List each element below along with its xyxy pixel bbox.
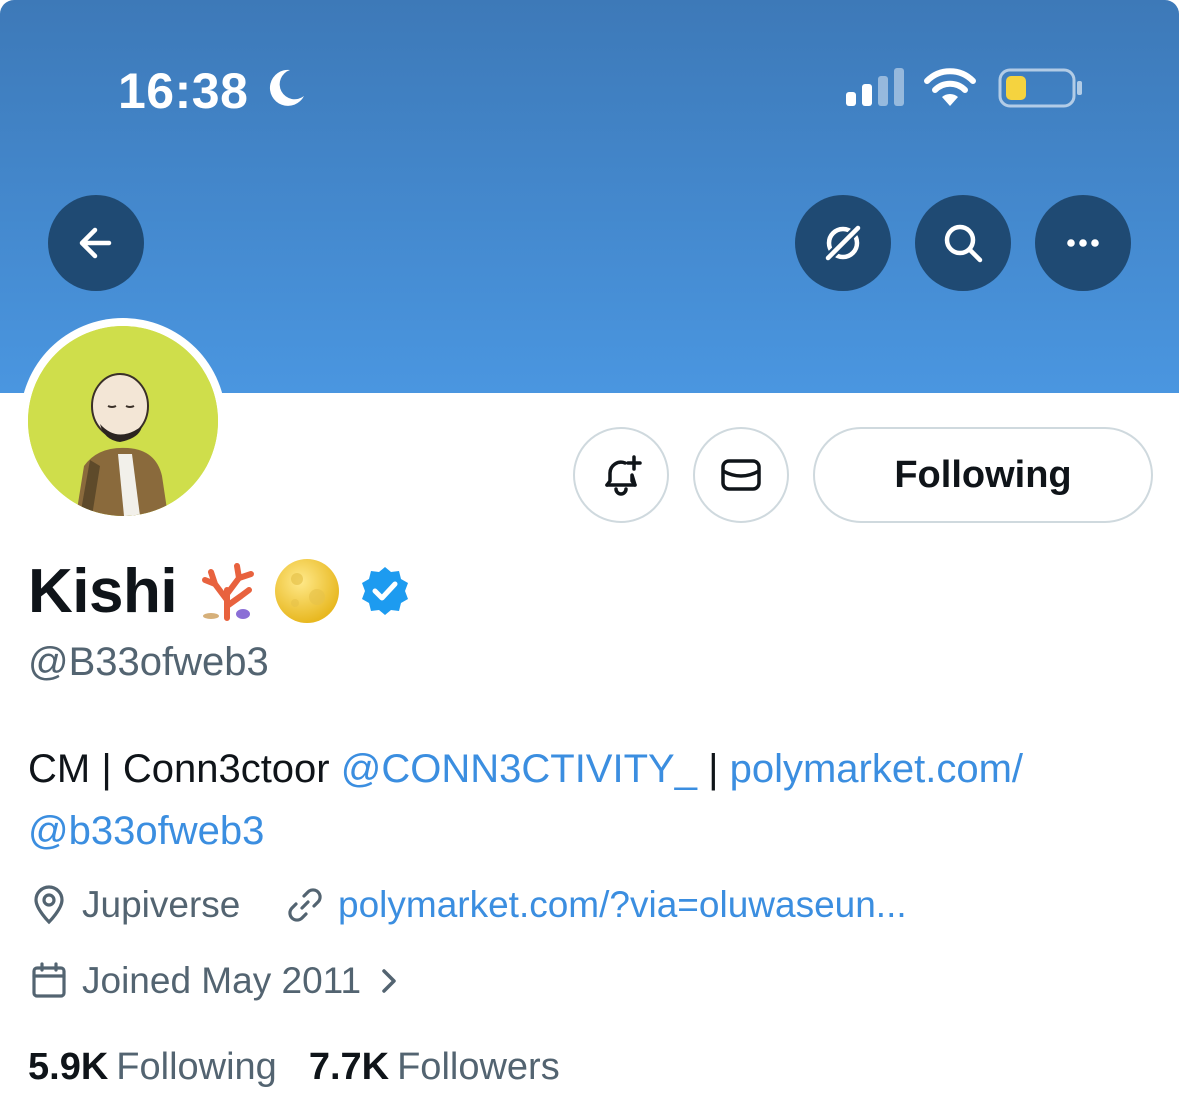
search-button[interactable] <box>915 195 1011 291</box>
signal-icon <box>846 68 904 106</box>
name-row: Kishi <box>28 556 411 626</box>
grok-icon <box>822 222 864 264</box>
more-options-button[interactable] <box>1035 195 1131 291</box>
user-handle: @B33ofweb3 <box>28 640 269 684</box>
moon-icon <box>269 69 304 106</box>
follow-stats: 5.9K Following 7.7K Followers <box>28 1046 560 1089</box>
location-pin-icon <box>34 885 64 925</box>
envelope-icon <box>721 459 761 491</box>
calendar-icon <box>32 962 66 998</box>
back-arrow-icon <box>79 227 112 259</box>
following-stat[interactable]: 5.9K Following <box>28 1046 277 1089</box>
link-icon <box>288 888 322 922</box>
following-label: Following <box>116 1046 277 1088</box>
full-moon-icon <box>275 559 340 623</box>
joined-text: Joined May 2011 <box>82 960 362 1001</box>
bio-separator: | <box>708 747 719 791</box>
status-time: 16:38 <box>118 63 249 119</box>
avatar-image <box>28 326 218 516</box>
location-text: Jupiverse <box>82 884 241 925</box>
coral-icon <box>202 563 255 621</box>
notify-button[interactable] <box>573 427 669 523</box>
display-name: Kishi <box>28 556 178 626</box>
website-row: polymarket.com/?via=oluwaseun... <box>284 884 907 926</box>
search-icon <box>944 224 983 263</box>
location-row: Jupiverse <box>28 884 240 926</box>
followers-stat[interactable]: 7.7K Followers <box>309 1046 560 1089</box>
grok-button[interactable] <box>795 195 891 291</box>
avatar[interactable] <box>20 318 226 524</box>
wifi-icon <box>924 68 976 106</box>
following-button[interactable]: Following <box>813 427 1153 523</box>
bio: CM | Conn3ctoor @CONN3CTIVITY_ | polymar… <box>28 738 1158 862</box>
bell-plus-icon <box>605 455 642 496</box>
chevron-right-icon <box>382 969 396 993</box>
website-link[interactable]: polymarket.com/?via=oluwaseun... <box>338 884 907 926</box>
back-button[interactable] <box>48 195 144 291</box>
bio-text: CM | Conn3ctoor <box>28 747 330 791</box>
followers-label: Followers <box>397 1046 560 1088</box>
bio-mention-link[interactable]: @CONN3CTIVITY_ <box>341 747 697 791</box>
followers-count: 7.7K <box>308 1046 390 1088</box>
following-count: 5.9K <box>28 1046 109 1088</box>
battery-icon <box>998 68 1082 108</box>
more-icon <box>1067 239 1099 247</box>
verified-icon <box>362 567 409 615</box>
bio-url-link-continued[interactable]: @b33ofweb3 <box>28 809 264 853</box>
joined-row[interactable]: Joined May 2011 <box>28 960 403 1002</box>
message-button[interactable] <box>693 427 789 523</box>
bio-url-link[interactable]: polymarket.com/ <box>730 747 1023 791</box>
